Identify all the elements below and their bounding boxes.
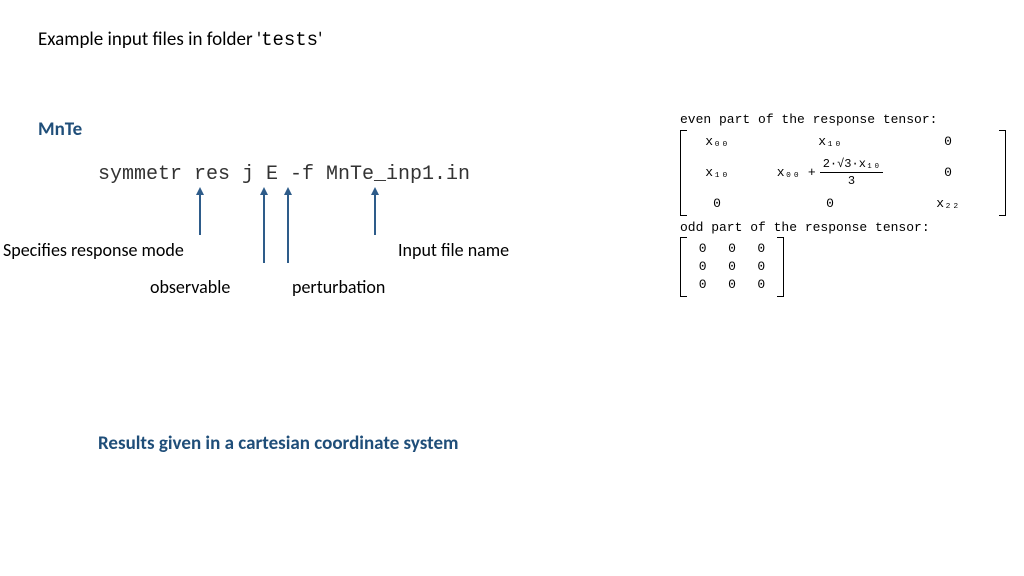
odd-cell: 0 — [717, 240, 746, 258]
label-input-file: Input file name — [398, 239, 509, 261]
even-cell: 0 — [914, 133, 982, 151]
label-observable: observable — [150, 276, 230, 298]
results-note: Results given in a cartesian coordinate … — [98, 432, 458, 455]
odd-cell: 0 — [688, 258, 717, 276]
odd-cell: 0 — [747, 240, 776, 258]
even-matrix: x₀₀ x₁₀ 0 x₁₀ x₀₀ + 2·√3·x₁₀ 3 0 0 0 x₂₂ — [680, 130, 1006, 216]
label-response-mode: Specifies response mode — [3, 239, 184, 261]
even-cell: 0 — [746, 195, 914, 213]
even-cell: x₁₀ — [746, 133, 914, 151]
fraction-numerator: 2·√3·x₁₀ — [820, 157, 884, 173]
fraction: 2·√3·x₁₀ 3 — [820, 157, 884, 189]
material-heading: MnTe — [38, 118, 82, 141]
fraction-denominator: 3 — [848, 173, 855, 188]
even-header: even part of the response tensor: — [680, 112, 1006, 128]
odd-cell: 0 — [747, 276, 776, 294]
odd-header: odd part of the response tensor: — [680, 220, 1006, 236]
arrow-input-file — [374, 193, 376, 235]
even-cell: 0 — [688, 195, 746, 213]
even-cell: x₀₀ + 2·√3·x₁₀ 3 — [746, 156, 914, 190]
even-cell: x₁₀ — [688, 164, 746, 182]
even-cell: 0 — [914, 164, 982, 182]
odd-cell: 0 — [747, 258, 776, 276]
odd-cell: 0 — [717, 258, 746, 276]
odd-cell: 0 — [688, 276, 717, 294]
odd-cell: 0 — [717, 276, 746, 294]
title-suffix: ' — [318, 28, 322, 51]
label-perturbation: perturbation — [292, 276, 385, 298]
title-prefix: Example input files in folder ' — [38, 28, 261, 51]
tensor-output: even part of the response tensor: x₀₀ x₁… — [680, 112, 1006, 301]
odd-matrix: 0 0 0 0 0 0 0 0 0 — [680, 237, 784, 297]
arrow-observable — [263, 193, 265, 263]
even-cell: x₀₀ — [688, 133, 746, 151]
arrow-response-mode — [199, 193, 201, 235]
frac-prefix: x₀₀ + — [777, 165, 816, 181]
command-line: symmetr res j E -f MnTe_inp1.in — [98, 163, 470, 186]
odd-cell: 0 — [688, 240, 717, 258]
even-cell: x₂₂ — [914, 195, 982, 213]
folder-name: tests — [261, 29, 318, 51]
page-title: Example input files in folder 'tests' — [38, 28, 322, 51]
arrow-perturbation — [287, 193, 289, 263]
